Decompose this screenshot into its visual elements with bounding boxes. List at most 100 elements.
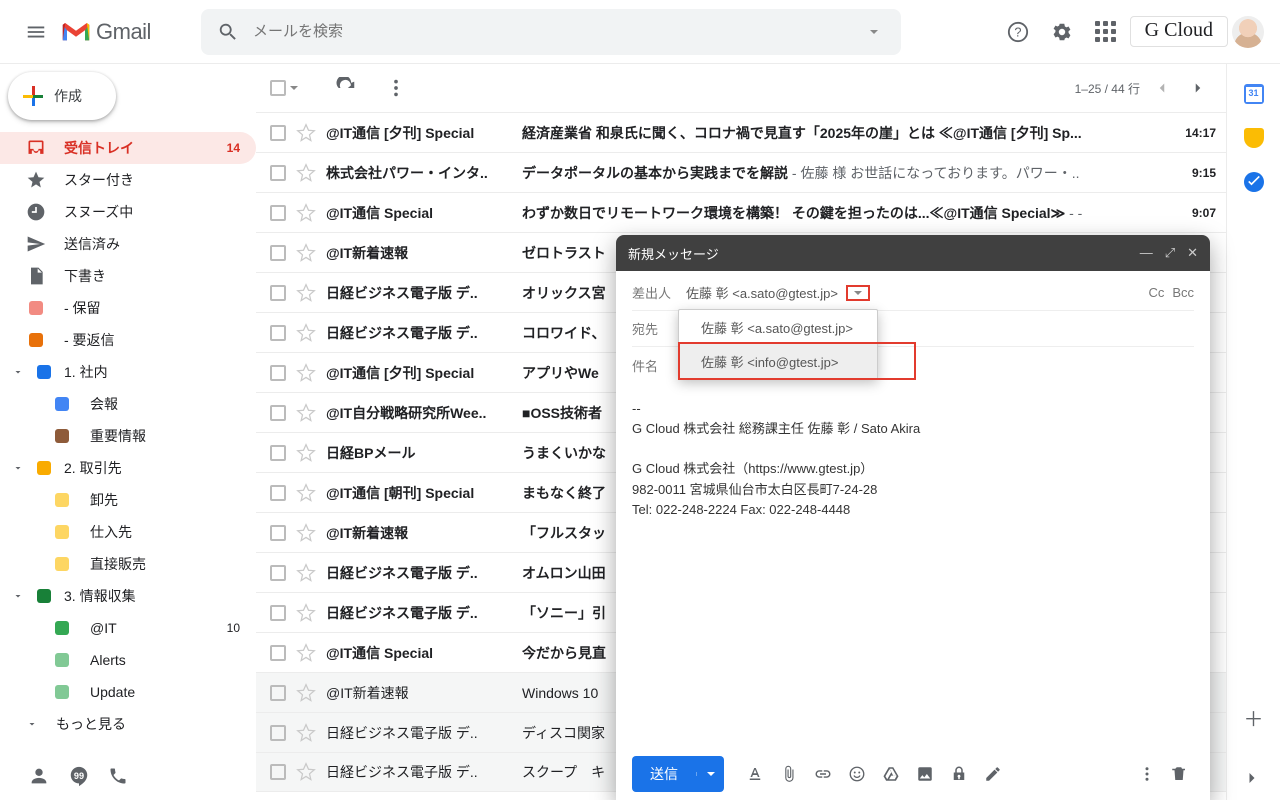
row-checkbox[interactable] [270,565,286,581]
select-all-checkbox[interactable] [270,80,298,96]
mail-row-0[interactable]: @IT通信 [夕刊] Special経済産業省 和泉氏に聞く、コロナ禍で見直す「… [256,112,1226,152]
link-button[interactable] [808,759,838,789]
fullscreen-icon[interactable]: ⤢ [1165,245,1175,261]
sidebar-subitem-1-2[interactable]: 直接販売 [0,548,256,580]
settings-button[interactable] [1042,12,1082,52]
sidebar-section-1[interactable]: 2. 取引先 [0,452,256,484]
collapse-panel-button[interactable] [1242,768,1266,792]
minimize-icon[interactable]: — [1140,245,1153,261]
row-checkbox[interactable] [270,325,286,341]
compose-button[interactable]: 作成 [8,72,116,120]
row-checkbox[interactable] [270,764,286,780]
from-value[interactable]: 佐藤 彰 <a.sato@gtest.jp> [686,283,838,302]
more-actions-button[interactable] [376,68,416,108]
main-menu-button[interactable] [16,12,56,52]
hangouts-icon[interactable]: 99 [68,765,90,787]
star-icon[interactable] [296,483,316,503]
search-input[interactable] [245,23,857,40]
star-icon[interactable] [296,323,316,343]
star-icon[interactable] [296,403,316,423]
attach-button[interactable] [774,759,804,789]
row-checkbox[interactable] [270,125,286,141]
gmail-logo[interactable]: Gmail [60,19,151,45]
star-icon[interactable] [296,762,316,782]
star-icon[interactable] [296,283,316,303]
drive-button[interactable] [876,759,906,789]
search-options-button[interactable] [857,15,891,49]
row-checkbox[interactable] [270,365,286,381]
row-checkbox[interactable] [270,165,286,181]
star-icon[interactable] [296,163,316,183]
sidebar-section-0[interactable]: 1. 社内 [0,356,256,388]
from-dropdown-button[interactable] [846,285,870,301]
compose-signature[interactable]: -- G Cloud 株式会社 総務課主任 佐藤 彰 / Sato Akira … [616,383,1210,536]
sidebar-subitem-2-1[interactable]: Alerts [0,644,256,676]
sidebar-item-2[interactable]: スヌーズ中 [0,196,256,228]
row-checkbox[interactable] [270,405,286,421]
sidebar-more[interactable]: もっと見る [0,708,256,740]
send-button[interactable]: 送信 [632,756,724,792]
compose-titlebar[interactable]: 新規メッセージ — ⤢ ✕ [616,235,1210,271]
row-checkbox[interactable] [270,725,286,741]
confidential-button[interactable] [944,759,974,789]
sidebar-item-6[interactable]: - 要返信 [0,324,256,356]
sidebar-subitem-2-0[interactable]: @IT10 [0,612,256,644]
emoji-button[interactable] [842,759,872,789]
signature-button[interactable] [978,759,1008,789]
search-icon[interactable] [211,15,245,49]
prev-page-button[interactable] [1148,74,1176,102]
row-checkbox[interactable] [270,525,286,541]
star-icon[interactable] [296,563,316,583]
star-icon[interactable] [296,443,316,463]
sidebar-subitem-0-0[interactable]: 会報 [0,388,256,420]
star-icon[interactable] [296,123,316,143]
star-icon[interactable] [296,243,316,263]
person-icon[interactable] [28,765,50,787]
discard-button[interactable] [1164,759,1194,789]
mail-row-2[interactable]: @IT通信 Specialわずか数日でリモートワーク環境を構築！ その鍵を担った… [256,192,1226,232]
sidebar-subitem-1-1[interactable]: 仕入先 [0,516,256,548]
sidebar-item-0[interactable]: 受信トレイ14 [0,132,256,164]
next-page-button[interactable] [1184,74,1212,102]
sidebar-item-1[interactable]: スター付き [0,164,256,196]
compose-body[interactable] [616,536,1210,748]
compose-more-button[interactable] [1132,759,1162,789]
bcc-button[interactable]: Bcc [1172,285,1194,300]
row-checkbox[interactable] [270,445,286,461]
sidebar-section-2[interactable]: 3. 情報収集 [0,580,256,612]
cc-button[interactable]: Cc [1148,285,1164,300]
format-button[interactable] [740,759,770,789]
mail-row-1[interactable]: 株式会社パワー・インタ..データポータルの基本から実践までを解説 - 佐藤 様 … [256,152,1226,192]
calendar-icon[interactable]: 31 [1244,84,1264,104]
star-icon[interactable] [296,723,316,743]
sidebar-subitem-2-2[interactable]: Update [0,676,256,708]
sidebar-subitem-1-0[interactable]: 卸先 [0,484,256,516]
tasks-icon[interactable] [1244,172,1264,192]
star-icon[interactable] [296,523,316,543]
add-on-button[interactable]: ＋ [1244,703,1264,732]
from-option-1[interactable]: 佐藤 彰 <info@gtest.jp> [679,344,877,378]
row-checkbox[interactable] [270,685,286,701]
refresh-button[interactable] [326,68,366,108]
from-option-0[interactable]: 佐藤 彰 <a.sato@gtest.jp> [679,310,877,344]
row-checkbox[interactable] [270,205,286,221]
row-checkbox[interactable] [270,485,286,501]
row-checkbox[interactable] [270,605,286,621]
star-icon[interactable] [296,363,316,383]
row-checkbox[interactable] [270,285,286,301]
sidebar-item-4[interactable]: 下書き [0,260,256,292]
sidebar-subitem-0-1[interactable]: 重要情報 [0,420,256,452]
sidebar-item-5[interactable]: - 保留 [0,292,256,324]
support-button[interactable]: ? [998,12,1038,52]
close-icon[interactable]: ✕ [1187,245,1198,261]
search-bar[interactable] [201,9,901,55]
send-options-button[interactable] [696,772,724,776]
image-button[interactable] [910,759,940,789]
phone-icon[interactable] [108,766,130,786]
account-avatar[interactable] [1232,16,1264,48]
google-apps-button[interactable] [1086,12,1126,52]
row-checkbox[interactable] [270,245,286,261]
sidebar-item-3[interactable]: 送信済み [0,228,256,260]
keep-icon[interactable] [1244,128,1264,148]
star-icon[interactable] [296,203,316,223]
